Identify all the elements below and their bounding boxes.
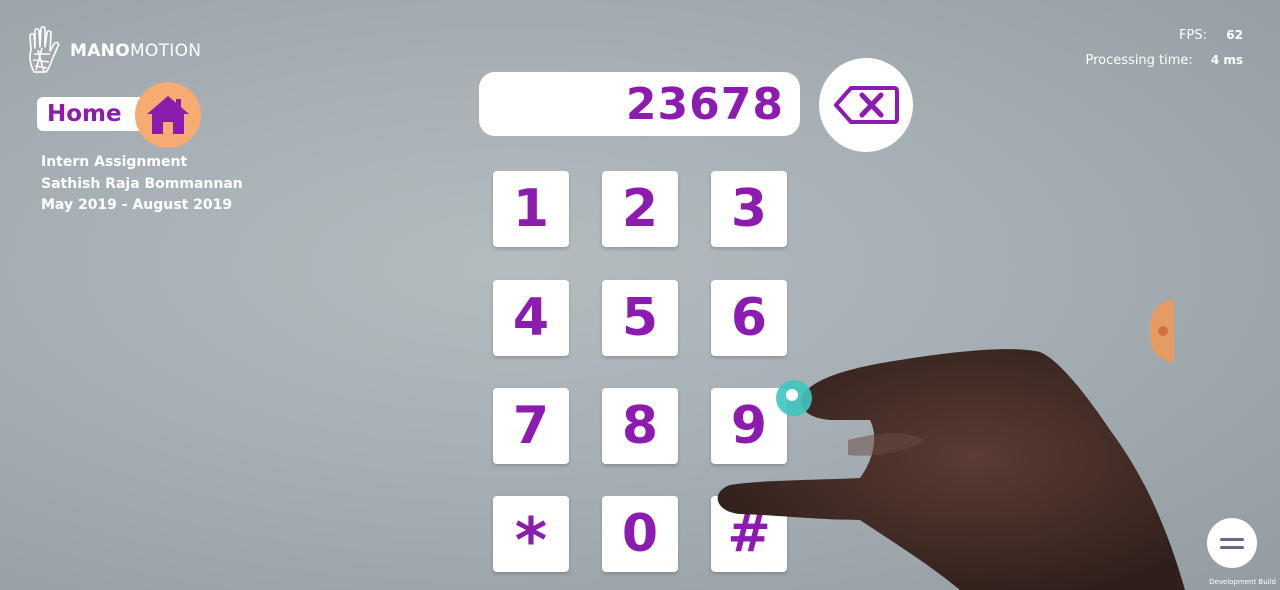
development-build-label: Development Build <box>1209 578 1276 586</box>
hamburger-menu-icon <box>1220 537 1244 541</box>
fingertip-cursor <box>776 380 812 416</box>
user-hand <box>717 349 1185 590</box>
menu-button[interactable] <box>1207 518 1257 568</box>
